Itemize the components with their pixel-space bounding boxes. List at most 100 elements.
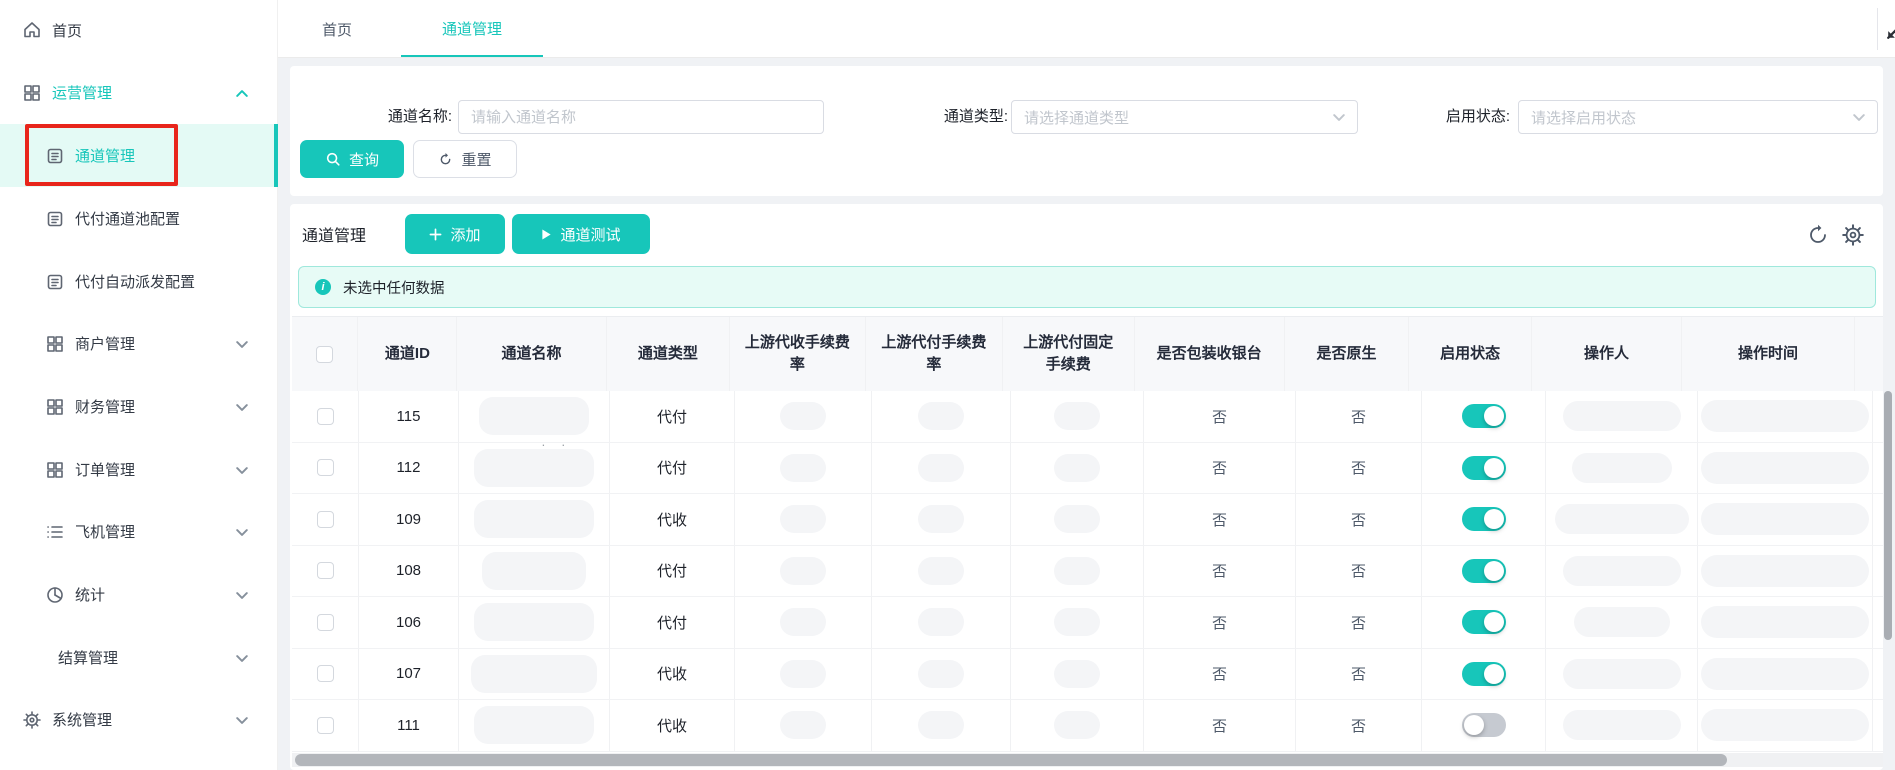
redacted-operate-time: [1701, 606, 1869, 639]
tab-home[interactable]: 首页: [316, 0, 358, 58]
col-header-channel-id: 通道ID: [358, 317, 458, 391]
channel-test-button[interactable]: 通道测试: [512, 214, 650, 254]
tab-bar: 首页 通道管理: [278, 0, 1895, 58]
sidebar-item-label: 运营管理: [52, 85, 113, 102]
cell-channel-id: 109: [359, 494, 459, 545]
redacted-channel-name: [482, 551, 586, 590]
redacted-fee: [1054, 505, 1100, 534]
redacted-fee: [780, 711, 826, 740]
enable-toggle-on[interactable]: [1461, 404, 1506, 429]
horizontal-scrollbar-track[interactable]: [292, 753, 1883, 767]
cell-channel-type: 代付: [610, 442, 735, 493]
redacted-operator: [1562, 710, 1681, 741]
filter-label-channel-type: 通道类型:: [943, 108, 1008, 125]
tab-channel-mgmt-active[interactable]: 通道管理: [401, 1, 543, 57]
sidebar-item-order-mgmt[interactable]: 订单管理: [0, 438, 278, 501]
sidebar-item-payout-auto-dispatch[interactable]: 代付自动派发配置: [0, 250, 278, 313]
redacted-operator: [1571, 452, 1672, 483]
redacted-channel-name: [474, 603, 594, 642]
sidebar-item-telegram-mgmt[interactable]: 飞机管理: [0, 500, 278, 563]
enable-status-select[interactable]: 请选择启用状态: [1518, 100, 1878, 134]
sidebar-item-statistics[interactable]: 统计: [0, 563, 278, 626]
doc-icon: [45, 209, 65, 229]
enable-toggle-on[interactable]: [1461, 507, 1506, 532]
row-checkbox[interactable]: [316, 407, 334, 425]
chevron-down-icon: [1853, 109, 1865, 126]
enable-toggle-on[interactable]: [1461, 455, 1506, 480]
cell-channel-type: 代付: [610, 545, 735, 596]
col-header-enable-status: 启用状态: [1409, 317, 1532, 391]
home-icon: [22, 20, 42, 40]
table-row: 109 代收 否 否: [292, 494, 1883, 546]
redacted-fee: [780, 659, 826, 688]
row-checkbox[interactable]: [316, 562, 334, 580]
expand-icon[interactable]: [1886, 18, 1895, 42]
redacted-fee: [918, 505, 964, 534]
refresh-icon[interactable]: [1806, 223, 1830, 247]
pie-chart-icon: [45, 585, 65, 605]
plus-icon: [429, 228, 442, 241]
sidebar-item-merchant-mgmt[interactable]: 商户管理: [0, 312, 278, 375]
cell-wrapped-cashier: 否: [1144, 648, 1296, 699]
chevron-down-icon: [236, 523, 248, 540]
sidebar-item-label: 订单管理: [75, 462, 136, 479]
list-icon: [45, 522, 65, 542]
cell-channel-type: 代收: [610, 700, 735, 751]
table-row: 106 代付 否 否: [292, 597, 1883, 649]
select-all-checkbox[interactable]: [316, 345, 334, 363]
row-checkbox[interactable]: [316, 665, 334, 683]
cell-native: 否: [1296, 494, 1422, 545]
row-checkbox[interactable]: [316, 716, 334, 734]
redacted-channel-name: [474, 500, 594, 539]
row-checkbox[interactable]: [316, 613, 334, 631]
chevron-down-icon: [236, 586, 248, 603]
settings-gear-icon[interactable]: [1841, 223, 1865, 247]
sidebar-item-settlement-mgmt[interactable]: 结算管理: [0, 626, 278, 689]
section-title: 通道管理: [302, 228, 367, 245]
col-header-native: 是否原生: [1285, 317, 1410, 391]
redacted-operate-time: [1701, 709, 1869, 742]
sidebar-item-label: 统计: [75, 587, 106, 604]
row-checkbox[interactable]: [316, 510, 334, 528]
sidebar-item-label: 代付通道池配置: [75, 211, 181, 228]
alert-message: 未选中任何数据: [343, 280, 445, 297]
horizontal-scrollbar-thumb[interactable]: [295, 754, 1727, 766]
redacted-channel-name: [471, 654, 597, 693]
channel-name-input[interactable]: [458, 100, 824, 134]
redacted-fee: [1054, 659, 1100, 688]
info-alert: i 未选中任何数据: [298, 266, 1876, 308]
vertical-scrollbar-thumb[interactable]: [1884, 391, 1892, 640]
sidebar-item-finance-mgmt[interactable]: 财务管理: [0, 375, 278, 438]
enable-toggle-off[interactable]: [1461, 713, 1506, 738]
enable-toggle-on[interactable]: [1461, 558, 1506, 583]
cell-channel-type: 代付: [610, 391, 735, 442]
redacted-operate-time: [1701, 451, 1869, 484]
channel-type-select[interactable]: 请选择通道类型: [1011, 100, 1358, 134]
table-row: 108 代付 否 否: [292, 545, 1883, 597]
cell-channel-type: 代收: [610, 494, 735, 545]
sidebar-item-channel-mgmt[interactable]: 通道管理: [0, 124, 278, 187]
sidebar-item-home[interactable]: 首页: [0, 8, 278, 52]
app-window: 首页 运营管理 通道管理 代付通道池配置 代付自动派发配置 商户管理 财务管理: [0, 0, 1895, 770]
cell-channel-id: 106: [359, 597, 459, 648]
reset-button[interactable]: 重置: [413, 140, 517, 178]
redacted-fee: [1054, 608, 1100, 637]
sidebar-item-label: 财务管理: [75, 399, 136, 416]
sidebar-item-payout-pool-config[interactable]: 代付通道池配置: [0, 187, 278, 250]
select-placeholder: 请选择启用状态: [1531, 109, 1637, 127]
cell-channel-type: 代收: [610, 648, 735, 699]
cell-wrapped-cashier: 否: [1144, 442, 1296, 493]
sidebar-item-operation-mgmt[interactable]: 运营管理: [0, 61, 278, 124]
cell-channel-id: 107: [359, 648, 459, 699]
sidebar-item-system-mgmt[interactable]: 系统管理: [0, 688, 278, 751]
enable-toggle-on[interactable]: [1461, 661, 1506, 686]
col-header-payout-fixed-fee: 上游代付固定手续费: [1003, 317, 1135, 391]
table-panel: 通道管理 添加 通道测试 i 未选中任何数据 通道ID 通道名称 通道类型 上游…: [290, 204, 1883, 770]
enable-toggle-on[interactable]: [1461, 610, 1506, 635]
add-button[interactable]: 添加: [405, 214, 505, 254]
row-checkbox[interactable]: [316, 459, 334, 477]
cell-wrapped-cashier: 否: [1144, 597, 1296, 648]
redacted-operate-time: [1701, 657, 1869, 690]
table-row: 115 代付 否 否: [292, 391, 1883, 443]
search-button[interactable]: 查询: [300, 140, 404, 178]
